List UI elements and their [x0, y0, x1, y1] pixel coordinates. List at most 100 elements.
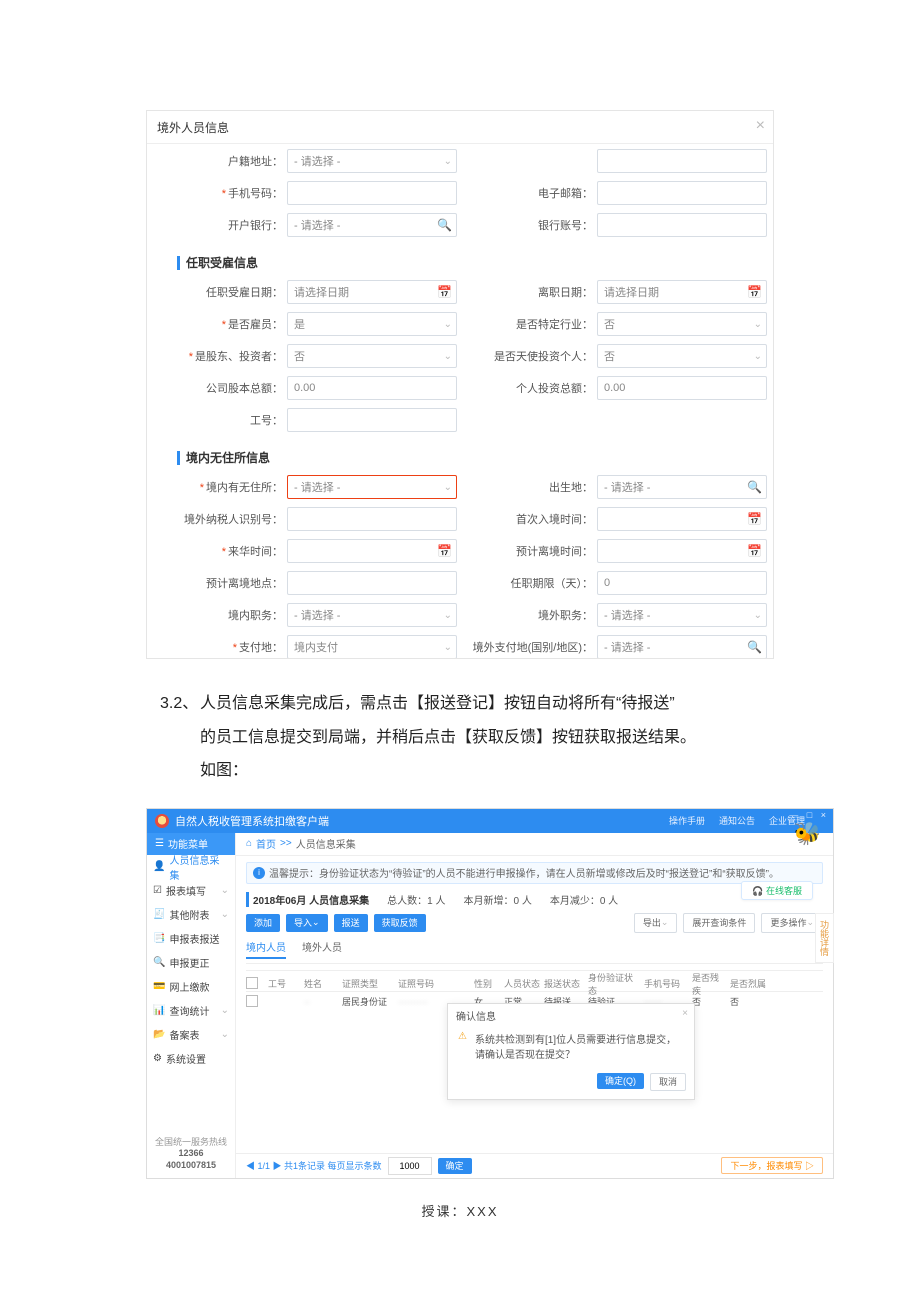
- confirm-cancel-button[interactable]: 取消: [650, 1073, 686, 1091]
- page-size-input[interactable]: [388, 1157, 432, 1175]
- chevron-down-icon: ⌄: [444, 482, 452, 493]
- info-icon: i: [253, 867, 265, 879]
- calendar-icon: 📅: [747, 512, 762, 526]
- is-angel-select[interactable]: 否⌄: [597, 344, 767, 368]
- leave-plan-input[interactable]: 📅: [597, 539, 767, 563]
- sidebar-item-report-fill[interactable]: ☑报表填写: [147, 879, 235, 903]
- user-icon: 👤: [153, 861, 165, 872]
- calendar-icon: 📅: [747, 544, 762, 558]
- tab-domestic[interactable]: 境内人员: [246, 939, 286, 959]
- online-service-button[interactable]: 🎧 在线客服: [741, 881, 813, 900]
- search-icon: 🔍: [437, 218, 452, 232]
- chevron-down-icon: ⌄: [754, 319, 762, 330]
- leave-place-input[interactable]: [287, 571, 457, 595]
- come-china-input[interactable]: 📅: [287, 539, 457, 563]
- huji-label: 户籍地址：: [157, 153, 287, 169]
- window-controls[interactable]: — □ ×: [789, 810, 829, 820]
- calendar-icon: 📅: [437, 544, 452, 558]
- email-label: 电子邮箱：: [467, 185, 597, 201]
- import-button[interactable]: 导入: [286, 914, 328, 932]
- sidebar-item-person-collect[interactable]: 👤人员信息采集: [147, 855, 235, 879]
- collect-title: 2018年06月 人员信息采集: [246, 892, 369, 907]
- end-date-input[interactable]: 请选择日期📅: [597, 280, 767, 304]
- sidebar-item-record-table[interactable]: 📂备案表: [147, 1023, 235, 1047]
- add-button[interactable]: 添加: [246, 914, 280, 932]
- hotline-info: 全国统一服务热线 12366 4001007815: [147, 1131, 235, 1178]
- is-special-select[interactable]: 否⌄: [597, 312, 767, 336]
- days-input[interactable]: 0: [597, 571, 767, 595]
- show-cond-button[interactable]: 展开查询条件: [683, 913, 755, 933]
- close-icon[interactable]: ×: [756, 117, 765, 135]
- home-icon[interactable]: ⌂: [246, 838, 252, 849]
- more-button[interactable]: 更多操作: [761, 913, 823, 933]
- pos-in-select[interactable]: - 请选择 -⌄: [287, 603, 457, 627]
- email-input[interactable]: [597, 181, 767, 205]
- capital-input[interactable]: 0.00: [287, 376, 457, 400]
- search-icon: 🔍: [747, 640, 762, 654]
- sidebar-item-report-correct[interactable]: 🔍申报更正: [147, 951, 235, 975]
- search-icon: 🔍: [747, 480, 762, 494]
- calendar-icon: 📅: [747, 285, 762, 299]
- section-no-residence: 境内无住所信息: [177, 449, 763, 466]
- huji-extra-input[interactable]: [597, 149, 767, 173]
- menu-icon: ☰: [155, 838, 164, 849]
- calendar-icon: 📅: [437, 285, 452, 299]
- bank-select[interactable]: - 请选择 -🔍: [287, 213, 457, 237]
- tab-overseas[interactable]: 境外人员: [302, 939, 342, 959]
- pos-out-select[interactable]: - 请选择 -⌄: [597, 603, 767, 627]
- pay-place-select[interactable]: 境内支付⌄: [287, 635, 457, 658]
- feedback-button[interactable]: 获取反馈: [374, 914, 426, 932]
- chevron-down-icon: ⌄: [444, 642, 452, 653]
- chevron-down-icon: ⌄: [754, 610, 762, 621]
- chevron-down-icon: ⌄: [754, 351, 762, 362]
- row-checkbox[interactable]: [246, 995, 258, 1007]
- app-title: 自然人税收管理系统扣缴客户端: [175, 813, 329, 829]
- empno-input[interactable]: [287, 408, 457, 432]
- phone-label: *手机号码：: [157, 185, 287, 201]
- close-icon[interactable]: ×: [682, 1008, 688, 1019]
- next-step-button[interactable]: 下一步，报表填写 ▷: [721, 1157, 823, 1174]
- is-employee-select[interactable]: 是⌄: [287, 312, 457, 336]
- has-residence-select[interactable]: - 请选择 -⌄: [287, 475, 457, 499]
- chevron-down-icon: ⌄: [444, 351, 452, 362]
- first-entry-input[interactable]: 📅: [597, 507, 767, 531]
- tip-bar: i 温馨提示：身份验证状态为“待验证”的人员不能进行申报操作，请在人员新增或修改…: [246, 862, 823, 884]
- modal-title: 境外人员信息: [157, 119, 229, 136]
- sidebar-item-query-stats[interactable]: 📊查询统计: [147, 999, 235, 1023]
- link-manual[interactable]: 操作手册: [669, 814, 705, 827]
- link-notice[interactable]: 通知公告: [719, 814, 755, 827]
- bee-mascot-icon: 🐝: [794, 821, 821, 847]
- submit-button[interactable]: 报送: [334, 914, 368, 932]
- sidebar-item-system-settings[interactable]: ⚙系统设置: [147, 1047, 235, 1071]
- foreign-id-input[interactable]: [287, 507, 457, 531]
- pager-ok-button[interactable]: 确定: [438, 1158, 472, 1174]
- sidebar-item-report-submit[interactable]: 📑申报表报送: [147, 927, 235, 951]
- phone-input[interactable]: [287, 181, 457, 205]
- huji-select[interactable]: - 请选择 -⌄: [287, 149, 457, 173]
- chevron-down-icon: ⌄: [444, 319, 452, 330]
- tax-client-window: 自然人税收管理系统扣缴客户端 操作手册 通知公告 企业管理 — □ × ☰ 功能…: [146, 808, 834, 1179]
- sidebar-item-other-tables[interactable]: 🧾其他附表: [147, 903, 235, 927]
- page-footer: 授课：XXX: [0, 1201, 920, 1220]
- confirm-ok-button[interactable]: 确定(Q): [597, 1073, 644, 1089]
- feature-detail-tab[interactable]: 功能详情: [815, 913, 834, 963]
- sidebar-item-online-pay[interactable]: 💳网上缴款: [147, 975, 235, 999]
- section-employment: 任职受雇信息: [177, 254, 763, 271]
- is-holder-select[interactable]: 否⌄: [287, 344, 457, 368]
- bankacct-input[interactable]: [597, 213, 767, 237]
- confirm-dialog: 确认信息 × ⚠ 系统共检测到有[1]位人员需要进行信息提交，请确认是否现在提交…: [447, 1003, 695, 1100]
- confirm-text: 系统共检测到有[1]位人员需要进行信息提交，请确认是否现在提交？: [475, 1031, 684, 1061]
- bankacct-label: 银行账号：: [467, 217, 597, 233]
- select-all-checkbox[interactable]: [246, 977, 258, 989]
- doc-paragraph-3-2: 3.2、人员信息采集完成后，需点击【报送登记】按钮自动将所有“待报送” 的员工信…: [160, 687, 820, 788]
- invest-input[interactable]: 0.00: [597, 376, 767, 400]
- breadcrumb: ⌂ 首页 >> 人员信息采集 🐝: [236, 833, 833, 856]
- headset-icon: 🎧: [752, 886, 763, 896]
- chevron-down-icon: ⌄: [444, 610, 452, 621]
- birthplace-select[interactable]: - 请选择 -🔍: [597, 475, 767, 499]
- overseas-person-modal: 境外人员信息 × 户籍地址： - 请选择 -⌄ *手机号码： 电子邮箱：: [146, 110, 774, 659]
- pay-country-select[interactable]: - 请选择 -🔍: [597, 635, 767, 658]
- start-date-input[interactable]: 请选择日期📅: [287, 280, 457, 304]
- pager: ◀ 1/1 ▶ 共1条记录 每页显示条数 确定 下一步，报表填写 ▷: [236, 1153, 833, 1178]
- export-button[interactable]: 导出: [634, 913, 678, 933]
